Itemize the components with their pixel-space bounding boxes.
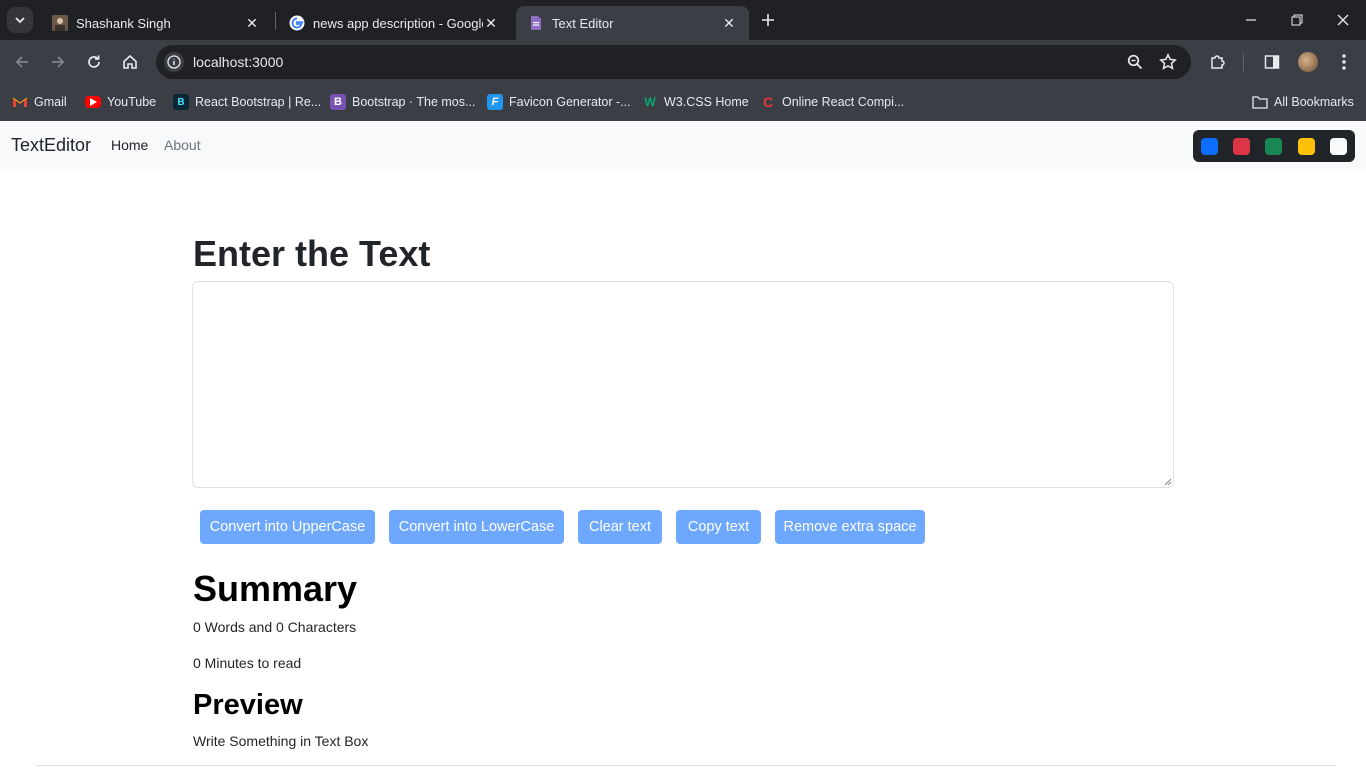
compiler-icon: C: [762, 94, 774, 110]
all-bookmarks-label: All Bookmarks: [1274, 95, 1354, 109]
bookmark-youtube[interactable]: YouTube: [85, 92, 156, 112]
navbar-brand[interactable]: TextEditor: [11, 135, 91, 156]
theme-swatch-light[interactable]: [1330, 138, 1347, 155]
bookmark-bootstrap[interactable]: B Bootstrap · The mos...: [330, 92, 475, 112]
close-icon[interactable]: ✕: [721, 15, 737, 31]
tab-shashank-singh[interactable]: Shashank Singh ✕: [40, 6, 272, 40]
forward-button[interactable]: [45, 49, 71, 75]
bookmark-label: Online React Compi...: [782, 95, 905, 109]
browser-toolbar: localhost:3000: [0, 40, 1366, 84]
summary-heading: Summary: [193, 568, 358, 609]
gmail-icon: [12, 94, 28, 110]
preview-heading: Preview: [193, 689, 303, 721]
convert-lowercase-button[interactable]: Convert into LowerCase: [389, 510, 564, 544]
page-bottom-divider: [36, 765, 1336, 766]
favicon-generator-icon: F: [487, 94, 503, 110]
bookmark-favicon-generator[interactable]: F Favicon Generator -...: [487, 92, 631, 112]
browser-menu-button[interactable]: [1332, 50, 1356, 74]
restore-button[interactable]: [1274, 0, 1320, 40]
read-time-text: 0 Minutes to read: [193, 655, 302, 671]
page-title: Enter the Text: [193, 233, 431, 274]
profile-button[interactable]: [1296, 50, 1320, 74]
close-window-button[interactable]: [1320, 0, 1366, 40]
clear-text-button[interactable]: Clear text: [578, 510, 662, 544]
bookmark-w3css[interactable]: W W3.CSS Home: [642, 92, 749, 112]
theme-swatch-blue[interactable]: [1201, 138, 1218, 155]
bookmark-label: React Bootstrap | Re...: [195, 95, 322, 109]
new-tab-button[interactable]: [756, 8, 780, 32]
bookmark-online-react-compiler[interactable]: C Online React Compi...: [760, 92, 904, 112]
browser-tab-strip: Shashank Singh ✕ news app description - …: [0, 0, 1366, 40]
resize-handle-icon[interactable]: [1162, 476, 1172, 486]
remove-extra-space-button[interactable]: Remove extra space: [775, 510, 925, 544]
restore-icon: [1291, 14, 1303, 26]
avatar: [1298, 52, 1318, 72]
close-icon[interactable]: ✕: [483, 15, 499, 31]
chevron-down-icon: [15, 17, 25, 24]
side-panel-button[interactable]: [1260, 50, 1284, 74]
theme-color-picker: [1193, 130, 1355, 162]
theme-swatch-yellow[interactable]: [1298, 138, 1315, 155]
google-icon: [289, 15, 305, 31]
home-button[interactable]: [117, 49, 143, 75]
arrow-right-icon: [52, 56, 65, 68]
theme-swatch-red[interactable]: [1233, 138, 1250, 155]
tab-separator: [275, 12, 276, 30]
zoom-icon[interactable]: [1126, 53, 1144, 71]
app-navbar: TextEditor Home About: [0, 121, 1366, 171]
bookmark-label: Gmail: [34, 95, 67, 109]
word-count-text: 0 Words and 0 Characters: [193, 619, 357, 635]
plus-icon: [762, 14, 774, 26]
bookmark-label: Bootstrap · The mos...: [352, 95, 476, 109]
minimize-button[interactable]: [1228, 0, 1274, 40]
reload-button[interactable]: [81, 49, 107, 75]
copy-text-button[interactable]: Copy text: [676, 510, 761, 544]
convert-uppercase-button[interactable]: Convert into UpperCase: [200, 510, 375, 544]
bookmark-react-bootstrap[interactable]: B React Bootstrap | Re...: [173, 92, 321, 112]
arrow-left-icon: [15, 56, 28, 68]
extensions-button[interactable]: [1206, 50, 1230, 74]
bookmark-label: W3.CSS Home: [664, 95, 749, 109]
tab-news-app-description[interactable]: news app description - Google ✕: [277, 6, 511, 40]
nav-link-about[interactable]: About: [164, 137, 201, 153]
youtube-icon: [85, 96, 101, 108]
bookmark-label: YouTube: [107, 95, 157, 109]
tab-text-editor[interactable]: Text Editor ✕: [516, 6, 749, 40]
puzzle-icon: [1211, 55, 1225, 69]
back-button[interactable]: [9, 49, 35, 75]
close-icon: [1337, 14, 1349, 26]
home-icon: [123, 54, 137, 69]
folder-icon: [1252, 94, 1268, 110]
side-panel-icon: [1264, 55, 1280, 69]
close-icon[interactable]: ✕: [244, 15, 260, 31]
tab-title: Shashank Singh: [76, 15, 171, 31]
tab-title: Text Editor: [552, 15, 614, 31]
theme-swatch-green[interactable]: [1265, 138, 1282, 155]
more-vertical-icon: [1342, 54, 1346, 70]
minimize-icon: [1246, 19, 1256, 21]
nav-link-home[interactable]: Home: [111, 137, 148, 153]
bookmark-label: Favicon Generator -...: [509, 95, 631, 109]
bookmark-gmail[interactable]: Gmail: [12, 92, 67, 112]
address-bar[interactable]: localhost:3000: [156, 45, 1191, 79]
preview-text: Write Something in Text Box: [193, 733, 369, 749]
bookmark-star-icon[interactable]: [1159, 53, 1177, 71]
all-bookmarks-folder[interactable]: All Bookmarks: [1252, 92, 1354, 112]
profile-photo-icon: [52, 15, 68, 31]
tab-search-button[interactable]: [7, 7, 33, 33]
document-icon: [528, 15, 544, 31]
reload-icon: [88, 55, 100, 68]
react-bootstrap-icon: B: [173, 94, 189, 110]
w3schools-icon: W: [644, 95, 656, 109]
bootstrap-icon: B: [330, 94, 346, 110]
text-input-area[interactable]: [192, 281, 1174, 488]
site-info-icon[interactable]: [164, 52, 184, 72]
toolbar-divider: [1243, 53, 1244, 71]
tab-title: news app description - Google: [313, 15, 483, 31]
bookmarks-bar: Gmail YouTube B React Bootstrap | Re... …: [0, 84, 1366, 121]
url-text: localhost:3000: [193, 54, 284, 70]
